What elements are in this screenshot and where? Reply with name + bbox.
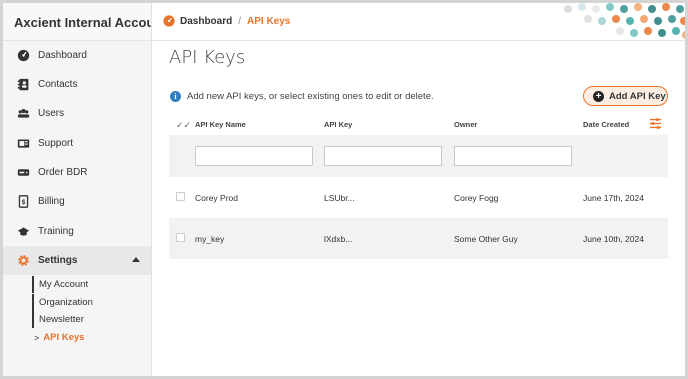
sidebar-subitem-api-keys[interactable]: > API Keys bbox=[29, 329, 84, 346]
filter-owner-input[interactable] bbox=[454, 146, 572, 166]
sidebar-item-training[interactable]: Training bbox=[3, 217, 151, 246]
column-header-date[interactable]: Date Created bbox=[583, 120, 629, 129]
breadcrumb: Dashboard / API Keys bbox=[163, 15, 290, 27]
app-title: Axcient Internal Accou... bbox=[3, 3, 151, 41]
sidebar-item-label: Contacts bbox=[38, 79, 78, 90]
app-window: Axcient Internal Accou... Dashboard Cont… bbox=[0, 0, 688, 379]
dashboard-icon bbox=[163, 15, 175, 27]
sidebar-subitem-organization[interactable]: Organization bbox=[32, 294, 93, 311]
plus-icon: + bbox=[593, 90, 604, 102]
billing-icon: $ bbox=[16, 195, 30, 209]
sidebar-item-label: Users bbox=[38, 108, 65, 119]
sidebar-item-label: Training bbox=[38, 226, 74, 237]
sidebar-item-label: Order BDR bbox=[38, 167, 88, 178]
dashboard-icon bbox=[16, 49, 30, 63]
decorative-pattern bbox=[564, 3, 685, 39]
cell-owner: Some Other Guy bbox=[454, 234, 518, 244]
sidebar-item-label: Dashboard bbox=[38, 50, 87, 61]
sidebar-item-users[interactable]: Users bbox=[3, 99, 151, 128]
column-header-name[interactable]: API Key Name bbox=[195, 120, 246, 129]
users-icon bbox=[16, 107, 30, 121]
sidebar-item-billing[interactable]: $ Billing bbox=[3, 187, 151, 216]
info-icon: i bbox=[170, 91, 181, 102]
chevron-up-icon[interactable] bbox=[132, 257, 140, 262]
sidebar-item-contacts[interactable]: Contacts bbox=[3, 70, 151, 99]
topbar: Dashboard / API Keys bbox=[152, 3, 685, 41]
sidebar-item-label: Support bbox=[38, 138, 74, 149]
table-row[interactable]: Corey Prod LSUbr... Corey Fogg June 17th… bbox=[169, 177, 668, 218]
sidebar-item-dashboard[interactable]: Dashboard bbox=[3, 41, 151, 70]
breadcrumb-dashboard[interactable]: Dashboard bbox=[180, 16, 232, 27]
support-icon bbox=[16, 137, 30, 151]
cell-date: June 10th, 2024 bbox=[583, 234, 644, 244]
column-header-key[interactable]: API Key bbox=[324, 120, 352, 129]
filter-row bbox=[169, 135, 668, 177]
cell-key: lXdxb... bbox=[324, 234, 353, 244]
contacts-icon bbox=[16, 78, 30, 92]
breadcrumb-separator: / bbox=[238, 15, 242, 27]
cell-owner: Corey Fogg bbox=[454, 193, 499, 203]
add-api-key-button[interactable]: + Add API Key bbox=[583, 86, 668, 106]
sidebar-subitem-my-account[interactable]: My Account bbox=[32, 276, 88, 293]
sidebar-item-order-bdr[interactable]: Order BDR bbox=[3, 158, 151, 187]
sidebar: Axcient Internal Accou... Dashboard Cont… bbox=[3, 3, 152, 376]
graduation-cap-icon bbox=[16, 225, 30, 239]
cell-name: Corey Prod bbox=[195, 193, 238, 203]
cell-date: June 17th, 2024 bbox=[583, 193, 644, 203]
chevron-right-icon: > bbox=[34, 332, 40, 343]
order-icon bbox=[16, 166, 30, 180]
table-row[interactable]: my_key lXdxb... Some Other Guy June 10th… bbox=[169, 218, 668, 259]
cell-key: LSUbr... bbox=[324, 193, 355, 203]
sidebar-subitem-newsletter[interactable]: Newsletter bbox=[32, 311, 84, 328]
svg-text:$: $ bbox=[21, 199, 25, 206]
filter-name-input[interactable] bbox=[195, 146, 313, 166]
page-title: API Keys bbox=[169, 47, 246, 68]
column-header-owner[interactable]: Owner bbox=[454, 120, 477, 129]
info-text: Add new API keys, or select existing one… bbox=[187, 91, 434, 102]
row-checkbox[interactable] bbox=[176, 192, 185, 201]
gear-icon bbox=[16, 254, 30, 268]
column-settings-icon[interactable] bbox=[649, 117, 662, 130]
select-all-checkmark-icon[interactable]: ✓✓ bbox=[176, 120, 191, 131]
info-message: i Add new API keys, or select existing o… bbox=[170, 91, 434, 102]
row-checkbox[interactable] bbox=[176, 233, 185, 242]
cell-name: my_key bbox=[195, 234, 225, 244]
sidebar-item-settings[interactable]: Settings bbox=[3, 246, 151, 275]
table-header: ✓✓ API Key Name API Key Owner Date Creat… bbox=[169, 113, 668, 135]
sidebar-item-label: Billing bbox=[38, 196, 65, 207]
sidebar-subitem-label: API Keys bbox=[43, 332, 85, 343]
filter-key-input[interactable] bbox=[324, 146, 442, 166]
sidebar-item-label: Settings bbox=[38, 255, 78, 266]
add-api-key-label: Add API Key bbox=[609, 90, 666, 102]
sidebar-item-support[interactable]: Support bbox=[3, 129, 151, 158]
breadcrumb-current: API Keys bbox=[247, 15, 291, 27]
